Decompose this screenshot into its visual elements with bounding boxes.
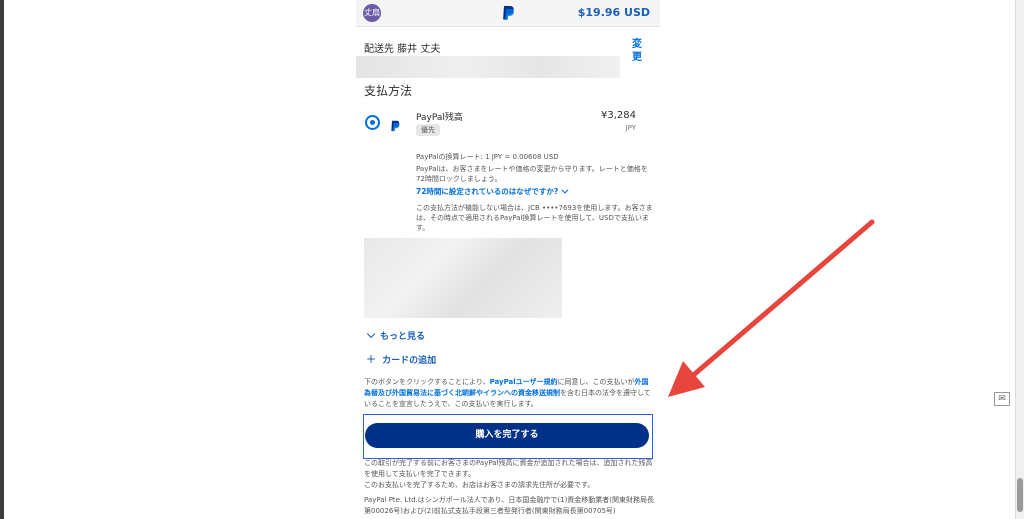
red-arrow-annotation	[668, 219, 875, 397]
